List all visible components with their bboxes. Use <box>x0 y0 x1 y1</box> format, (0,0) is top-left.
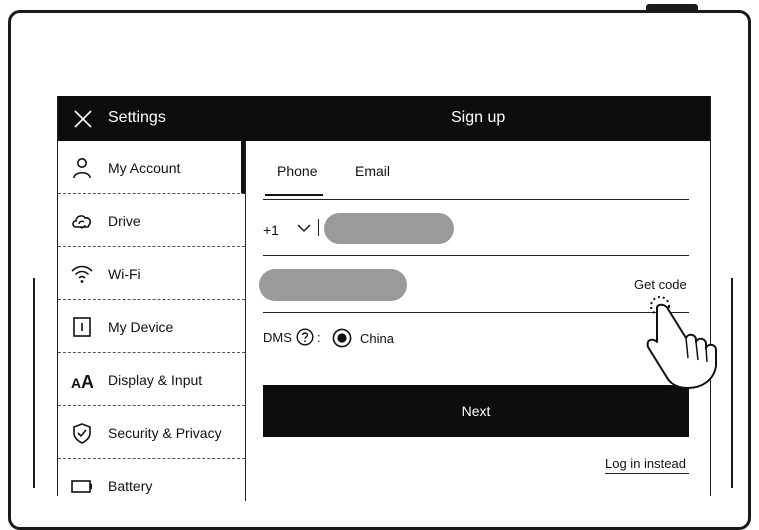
sidebar-item-drive[interactable]: Drive <box>58 194 245 247</box>
divider <box>263 255 689 256</box>
sidebar-item-label: Security & Privacy <box>108 425 222 441</box>
device-edge-right <box>731 278 733 488</box>
wifi-icon <box>71 265 93 283</box>
sidebar-item-my-account[interactable]: My Account <box>58 141 245 194</box>
sidebar-item-label: My Device <box>108 319 174 335</box>
log-in-instead-link[interactable]: Log in instead <box>605 456 686 471</box>
divider <box>263 199 689 200</box>
verification-code-input[interactable] <box>259 269 407 301</box>
dms-colon: : <box>317 330 321 345</box>
close-icon[interactable] <box>73 109 93 129</box>
chevron-down-icon[interactable] <box>297 221 311 235</box>
svg-text:A: A <box>71 375 81 391</box>
device-edge-left <box>33 278 35 488</box>
font-size-icon: A A <box>71 372 93 391</box>
active-tab-indicator <box>265 194 323 196</box>
signup-title: Sign up <box>451 109 506 126</box>
sidebar-item-label: Drive <box>108 213 141 229</box>
sidebar-item-display-input[interactable]: A A Display & Input <box>58 353 245 406</box>
device-screen: Settings Sign up My Account Drive Wi-Fi … <box>57 96 711 501</box>
tab-phone[interactable]: Phone <box>277 163 317 179</box>
shield-check-icon <box>73 423 91 444</box>
svg-text:A: A <box>81 372 93 391</box>
get-code-button[interactable]: Get code <box>634 277 687 292</box>
divider <box>263 312 689 313</box>
title-bar: Settings Sign up <box>58 96 710 141</box>
sidebar-item-label: Display & Input <box>108 372 203 388</box>
tapping-hand-icon <box>646 296 717 389</box>
settings-sidebar: My Account Drive Wi-Fi My Device A A Dis… <box>58 141 246 501</box>
sidebar-item-label: Battery <box>108 478 153 494</box>
dms-option-china[interactable]: China <box>360 331 394 346</box>
sidebar-item-my-device[interactable]: My Device <box>58 300 245 353</box>
text-cursor <box>318 219 319 236</box>
sidebar-item-wifi[interactable]: Wi-Fi <box>58 247 245 300</box>
battery-icon <box>71 480 92 493</box>
sidebar-item-label: My Account <box>108 160 181 176</box>
radio-selected-icon[interactable] <box>332 328 352 348</box>
sidebar-item-security-privacy[interactable]: Security & Privacy <box>58 406 245 459</box>
sidebar-item-label: Wi-Fi <box>108 266 141 282</box>
phone-number-input[interactable] <box>324 213 454 244</box>
next-button[interactable]: Next <box>263 385 689 437</box>
dms-label: DMS <box>263 330 292 345</box>
tab-email[interactable]: Email <box>355 163 390 179</box>
link-underline <box>605 473 689 474</box>
device-icon <box>73 317 91 337</box>
cloud-sync-icon <box>72 215 92 229</box>
country-code[interactable]: +1 <box>263 222 279 238</box>
help-icon[interactable] <box>296 328 314 346</box>
settings-title: Settings <box>108 109 166 126</box>
person-icon <box>73 158 91 179</box>
